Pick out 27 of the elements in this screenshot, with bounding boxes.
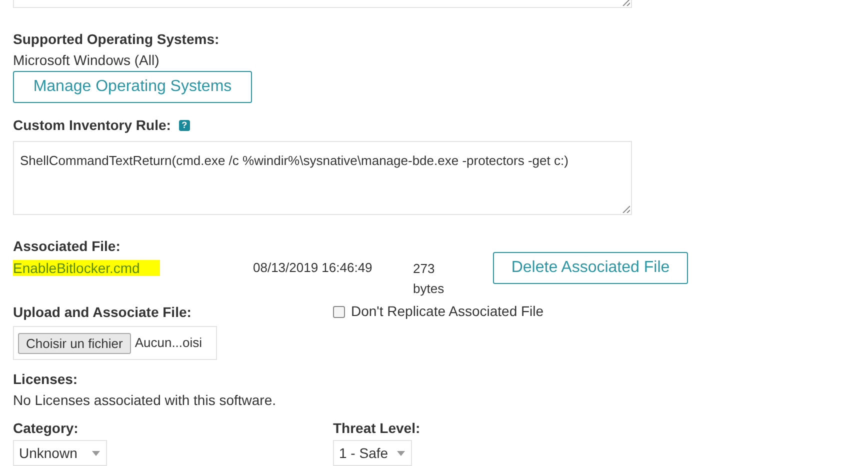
field-value: Microsoft Windows (All): [13, 51, 160, 69]
help-icon[interactable]: ?: [178, 120, 190, 130]
resize-handle-icon: [622, 205, 630, 213]
field-label: Upload and Associate File:: [13, 302, 192, 320]
checkbox-label: Don't Replicate Associated File: [351, 302, 544, 321]
field-label: Custom Inventory Rule:: [13, 116, 171, 134]
file-date: 08/13/2019 16:46:49: [253, 259, 374, 277]
category-select[interactable]: Unknown: [13, 440, 107, 466]
field-label: Supported Operating Systems:: [13, 30, 220, 48]
choose-file-button[interactable]: Choisir un fichier: [18, 332, 131, 354]
checkbox[interactable]: [333, 306, 345, 318]
field-label: Category:: [13, 419, 80, 437]
inventory-rule-field[interactable]: ShellCommandTextReturn(cmd.exe /c %windir%\sysnative\manage-bde.exe -protectors -get c:): [13, 141, 632, 215]
field-label: Licenses:: [13, 370, 79, 388]
threat-level-select[interactable]: 1 - Safe: [333, 440, 412, 466]
field-label: Threat Level:: [333, 419, 420, 437]
file-status: Aucun...oisi: [134, 334, 202, 352]
file-size: 273: [413, 260, 436, 278]
caret-icon: [92, 450, 100, 456]
caret-icon: [397, 450, 405, 456]
file-input[interactable]: Choisir un fichier Aucun...oisi: [13, 326, 217, 360]
field-value: No Licenses associated with this software.: [13, 391, 278, 409]
manage-operating-systems-button[interactable]: Manage Operating Systems: [13, 71, 252, 103]
file-size-unit: bytes: [413, 280, 446, 298]
resize-handle-icon: [622, 0, 630, 6]
field-label: Associated File:: [13, 237, 122, 255]
delete-associated-file-button[interactable]: Delete Associated File: [493, 252, 688, 284]
